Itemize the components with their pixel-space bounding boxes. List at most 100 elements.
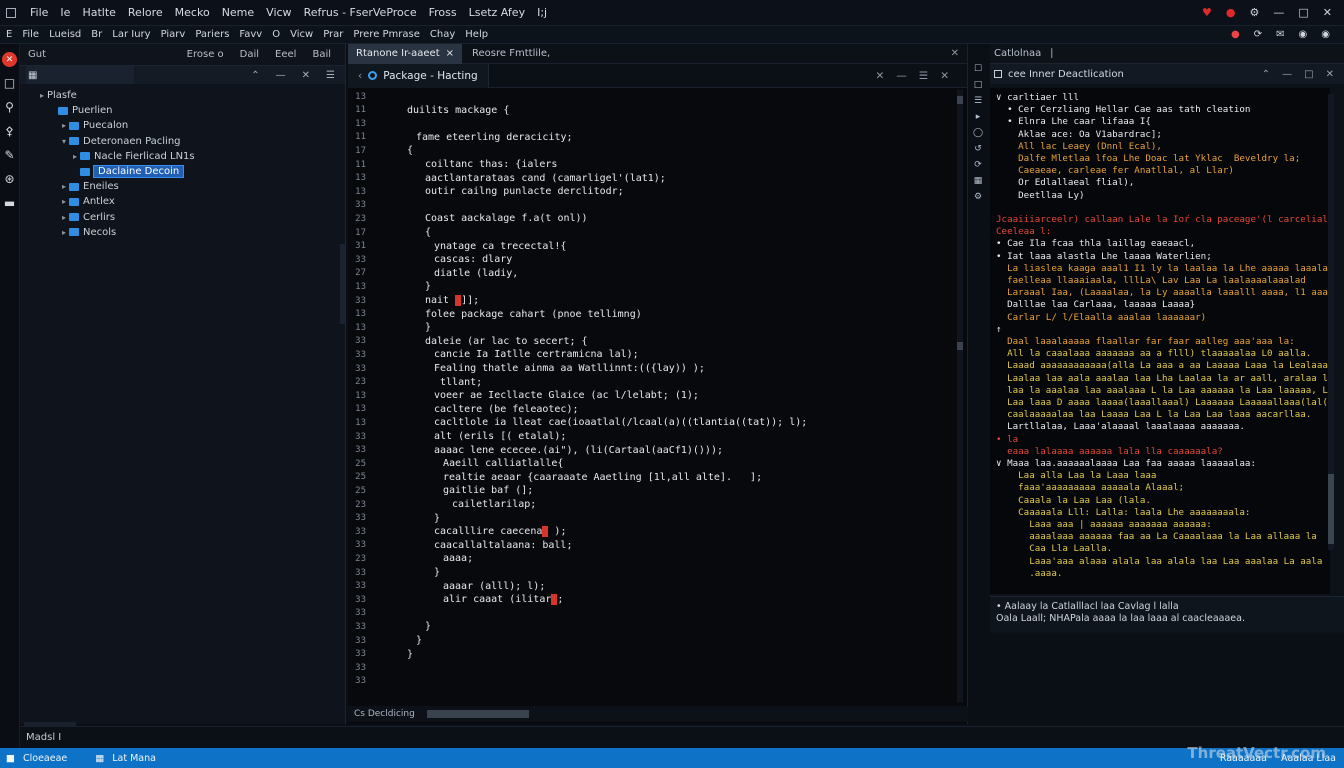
maximize-icon[interactable]: □ (1298, 6, 1308, 19)
title-menu-item[interactable]: Hatlte (82, 6, 115, 19)
bell-icon[interactable]: ◉ (1321, 29, 1330, 40)
minimize-panel-icon[interactable]: — (276, 70, 286, 81)
collapse-icon[interactable]: ⌃ (1262, 69, 1270, 80)
chevron-icon[interactable]: ▸ (37, 91, 47, 100)
mail-icon[interactable]: ✉ (1276, 29, 1284, 40)
close-icon[interactable]: ✕ (1323, 6, 1332, 19)
close-panel-icon[interactable]: ✕ (302, 70, 310, 81)
settings-icon[interactable]: ⚙ (974, 192, 982, 202)
tree-item[interactable]: Puerlien (20, 103, 345, 118)
status-item[interactable]: Cloeaeae (23, 753, 67, 764)
maximize-panel-icon[interactable]: □ (1304, 69, 1313, 80)
title-menu-item[interactable]: Relore (128, 6, 163, 19)
shield-icon[interactable]: ● (1226, 6, 1236, 19)
tree-item[interactable]: ▸ Cerlirs (20, 210, 345, 225)
chevron-icon[interactable]: ▾ (59, 137, 69, 146)
toolbar-menu-item[interactable]: Prere Pmrase (353, 29, 420, 40)
minimize-icon[interactable]: — (1273, 6, 1284, 19)
outline-icon[interactable]: ▦ (974, 176, 983, 186)
close-icon[interactable]: × (446, 48, 454, 59)
lock-icon[interactable]: ☐ (974, 64, 982, 74)
error-badge-icon[interactable]: ✕ (2, 52, 17, 67)
more-icon[interactable]: ☰ (919, 70, 928, 82)
sync-icon[interactable]: ⟳ (1254, 29, 1262, 40)
toolbar-menu-item[interactable]: File (22, 29, 39, 40)
close-panel-icon[interactable]: ✕ (1326, 69, 1334, 80)
title-menu-item[interactable]: File (30, 6, 48, 19)
chat-panel-tab[interactable]: Catlolnaa (994, 48, 1041, 59)
tab-more-icon[interactable]: ∣ (1049, 48, 1054, 59)
toolbar-menu-item[interactable]: Prar (323, 29, 343, 40)
chat-scrollbar[interactable] (1328, 94, 1334, 550)
chevron-icon[interactable]: ▸ (59, 197, 69, 206)
toolbar-menu-item[interactable]: E (6, 29, 12, 40)
tree-item[interactable]: ▸ Antlex (20, 194, 345, 209)
sidebar-tab[interactable]: Gut (28, 49, 46, 60)
settings-icon[interactable]: ⚙ (1250, 6, 1260, 19)
sidebar-tab[interactable]: Erose o (187, 49, 224, 60)
tree-item[interactable]: ▸ Puecalon (20, 118, 345, 133)
debug-icon[interactable]: ✎ (2, 147, 18, 163)
history-icon[interactable]: ↺ (974, 144, 982, 154)
search-icon[interactable]: ⚲ (2, 99, 18, 115)
toolbar-menu-item[interactable]: Lar Iury (112, 29, 150, 40)
tree-item[interactable]: Daclaine Decoin (20, 164, 345, 179)
editor-scrollbar[interactable] (957, 90, 963, 702)
title-menu-item[interactable]: Neme (222, 6, 254, 19)
panel-bar-label[interactable]: Madsl I (26, 732, 61, 743)
close-icon[interactable]: ✕ (875, 70, 884, 82)
split-icon[interactable]: — (896, 70, 907, 82)
target-icon[interactable]: ◯ (973, 128, 983, 138)
close-editor-icon[interactable]: ✕ (940, 70, 949, 82)
title-menu-item[interactable]: I;j (537, 6, 547, 19)
toolbar-menu-item[interactable]: Help (465, 29, 488, 40)
code-area[interactable]: 13 11 duilits mackage {13 11 fame eteerling … (348, 90, 956, 704)
list-icon[interactable]: ☰ (974, 96, 982, 106)
toolbar-menu-item[interactable]: O (272, 29, 280, 40)
notification-icon[interactable]: ● (1231, 29, 1240, 40)
refresh-icon[interactable]: ⟳ (974, 160, 982, 170)
title-menu-item[interactable]: Ie (60, 6, 70, 19)
title-menu-item[interactable]: Mecko (175, 6, 210, 19)
toolbar-menu-item[interactable]: Favv (239, 29, 262, 40)
chevron-icon[interactable]: ▸ (70, 152, 80, 161)
account-icon[interactable]: ◉ (1299, 29, 1308, 40)
chevron-icon[interactable]: ▸ (59, 182, 69, 191)
sidebar-scrollbar[interactable] (340, 244, 345, 324)
run-icon[interactable]: ▸ (976, 112, 981, 122)
tree-item[interactable]: ▾ Deteronaen Pacling (20, 134, 345, 149)
collapse-icon[interactable]: ⌃ (251, 70, 259, 81)
extensions-icon[interactable]: ⊛ (2, 171, 18, 187)
file-icon[interactable]: □ (974, 80, 983, 90)
toolbar-menu-item[interactable]: Pariers (195, 29, 229, 40)
minimize-panel-icon[interactable]: — (1282, 69, 1292, 80)
status-remote-icon[interactable]: ■ (6, 753, 15, 764)
status-branch-icon[interactable]: ▦ (95, 753, 104, 764)
toolbar-menu-item[interactable]: Piarv (161, 29, 186, 40)
toolbar-menu-item[interactable]: Vicw (290, 29, 313, 40)
chevron-icon[interactable]: ▸ (59, 228, 69, 237)
toolbar-menu-item[interactable]: Br (91, 29, 102, 40)
title-menu-item[interactable]: Lsetz Afey (469, 6, 526, 19)
terminal-icon[interactable]: ▬ (2, 195, 18, 211)
title-menu-item[interactable]: Refrus - FserVeProce (304, 6, 417, 19)
toolbar-menu-item[interactable]: Chay (430, 29, 455, 40)
tree-item[interactable]: ▸ Plasfe (20, 88, 345, 103)
tree-item[interactable]: ▸ Nacle Fierlicad LN1s (20, 149, 345, 164)
editor-group-tab-active[interactable]: Rtanone Ir-aaeet × (348, 43, 463, 64)
editor-group-tab[interactable]: Reosre Fmttlile, (462, 48, 560, 59)
status-item[interactable]: Lat Mana (112, 753, 156, 764)
chevron-icon[interactable]: ▸ (59, 121, 69, 130)
heart-icon[interactable]: ♥ (1202, 6, 1212, 19)
tree-item[interactable]: ▸ Eneiles (20, 179, 345, 194)
title-menu-item[interactable]: Vicw (266, 6, 291, 19)
sidebar-tab[interactable]: Bail (312, 49, 345, 60)
source-control-icon[interactable]: ⚴ (2, 123, 18, 139)
files-icon[interactable]: □ (2, 75, 18, 91)
sidebar-tab[interactable]: Eeel (275, 49, 296, 60)
file-tab-active[interactable]: ‹ Package - Hacting (348, 63, 489, 88)
explorer-menu-icon[interactable]: ▦ (28, 70, 37, 81)
more-icon[interactable]: ☰ (326, 70, 335, 81)
tree-item[interactable]: ▸ Necols (20, 225, 345, 240)
editor-hscrollbar[interactable] (426, 710, 529, 718)
